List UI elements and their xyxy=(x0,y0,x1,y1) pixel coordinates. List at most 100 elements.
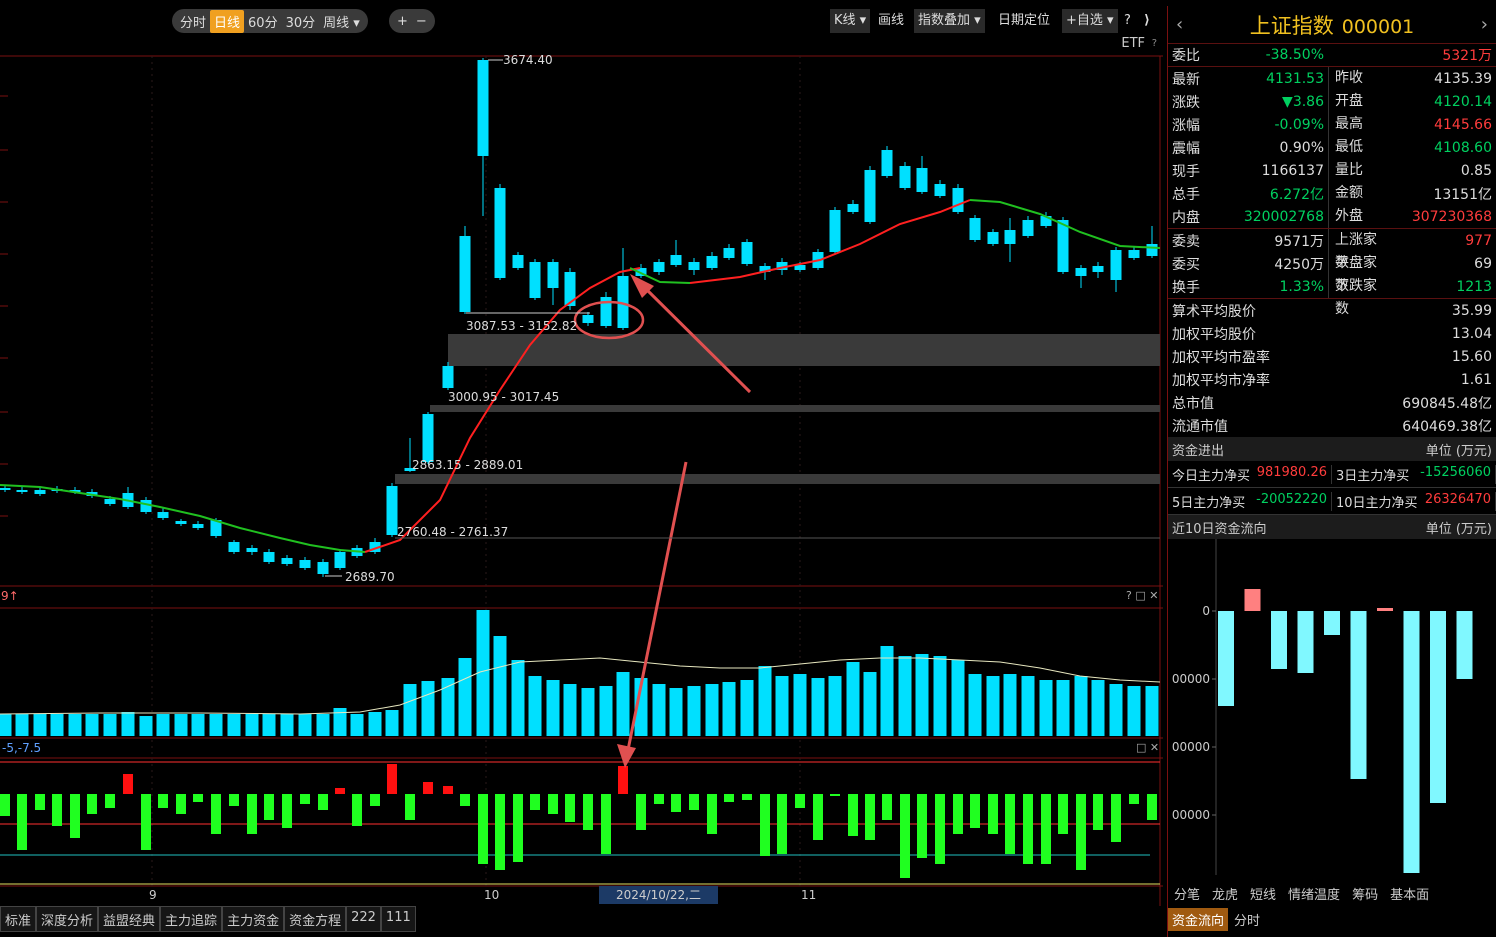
stat-value: 15.60 xyxy=(1451,348,1492,365)
indicator-bar xyxy=(1058,794,1068,834)
volume-bar xyxy=(1109,684,1123,736)
volume-bar xyxy=(828,676,842,736)
quote2-row: 换手 1.33% 下跌家数 1213 xyxy=(1168,275,1496,317)
stat-value: 13.04 xyxy=(1451,325,1492,342)
indicator-bar xyxy=(229,794,239,806)
candle-body xyxy=(140,500,152,512)
label-high: 3674.40 xyxy=(503,53,553,67)
volume-panel-icons[interactable]: ? □ ✕ xyxy=(1126,589,1158,602)
candle-body xyxy=(670,255,682,265)
indicator-bar xyxy=(830,794,840,796)
volume-panel-label: 9↑ xyxy=(1,589,19,603)
candle-body xyxy=(1146,244,1158,256)
indicator-bar xyxy=(953,794,963,834)
stat-value: 35.99 xyxy=(1451,302,1492,319)
indicator-bar xyxy=(193,794,203,802)
tab-111[interactable]: 111 xyxy=(380,906,416,932)
tab-standard[interactable]: 标准 xyxy=(0,906,37,932)
tab-222[interactable]: 222 xyxy=(346,906,381,932)
volume-bar xyxy=(968,674,982,736)
indicator-bar xyxy=(247,794,257,834)
candle-body xyxy=(386,486,398,535)
flow10-bar xyxy=(1456,611,1473,679)
volume-bar xyxy=(740,680,754,736)
tab-fund-flow[interactable]: 资金流向 xyxy=(1168,907,1229,931)
tab-intraday[interactable]: 分时 xyxy=(1228,910,1266,929)
chart-area[interactable]: 分时 日线 60分 30分 周线 ▾ + − K线 ▾ 画线 指数叠加 ▾ 日期… xyxy=(0,0,1163,937)
quote-value: 6.272亿 xyxy=(1269,186,1324,203)
indicator-bar xyxy=(795,794,805,808)
indicator-bar xyxy=(35,794,45,810)
volume-bar xyxy=(1056,680,1070,736)
volume-bar xyxy=(50,714,64,736)
candle-body xyxy=(952,188,964,212)
indicator-bar xyxy=(742,794,752,800)
volume-bar xyxy=(1074,676,1088,736)
tab-duanxian[interactable]: 短线 xyxy=(1244,884,1282,903)
flow-today: 今日主力净买 981980.26 xyxy=(1168,464,1332,484)
next-icon[interactable]: › xyxy=(1481,14,1488,35)
tab-fenbi[interactable]: 分笔 xyxy=(1168,884,1206,903)
tab-fundamentals[interactable]: 基本面 xyxy=(1384,884,1435,903)
stats-row: 总市值 690845.48亿 xyxy=(1168,391,1496,414)
tab-fund-equation[interactable]: 资金方程 xyxy=(284,906,347,932)
prev-icon[interactable]: ‹ xyxy=(1176,14,1183,35)
stat-label: 加权平均市净率 xyxy=(1172,372,1270,389)
volume-bar xyxy=(139,716,153,736)
volume-bar xyxy=(546,680,560,736)
quote-label: 现手 xyxy=(1172,163,1200,180)
volume-bar xyxy=(581,688,595,736)
volume-bar xyxy=(68,714,82,736)
tab-sentiment[interactable]: 情绪温度 xyxy=(1282,884,1346,903)
volume-bar xyxy=(350,714,364,736)
candle-body xyxy=(192,524,204,528)
volume-bar xyxy=(493,636,507,736)
volume-bar xyxy=(298,714,312,736)
quote-label: 最高 xyxy=(1328,113,1382,136)
candle-body xyxy=(881,150,893,176)
tab-deep-analysis[interactable]: 深度分析 xyxy=(36,906,99,932)
weibi-label: 委比 xyxy=(1172,48,1200,64)
flow10-tick: 0 xyxy=(1202,604,1210,618)
volume-bar xyxy=(1127,686,1141,736)
volume-bar xyxy=(599,686,613,736)
candle-body xyxy=(1057,220,1069,272)
x-label-10: 10 xyxy=(484,888,500,902)
indicator-bar xyxy=(513,794,523,862)
candle-body xyxy=(459,236,471,312)
indicator-bar xyxy=(443,786,453,794)
stat-value: 640469.38亿 xyxy=(1402,418,1492,435)
candle-body xyxy=(969,218,981,240)
ma-line-green xyxy=(0,484,366,553)
label-gap4: 2760.48 - 2761.37 xyxy=(397,525,508,539)
candle-body xyxy=(16,490,28,492)
indicator-bar xyxy=(17,794,27,850)
indicator-icons[interactable]: □ ✕ xyxy=(1136,741,1159,754)
tab-main-funds[interactable]: 主力资金 xyxy=(222,906,285,932)
indicator-bar xyxy=(87,794,97,814)
tab-longhu[interactable]: 龙虎 xyxy=(1206,884,1244,903)
tab-classic[interactable]: 益盟经典 xyxy=(98,906,161,932)
flow-today-label: 今日主力净买 xyxy=(1172,468,1251,484)
quote-label: 内盘 xyxy=(1172,209,1200,226)
indicator-bar xyxy=(352,794,362,826)
candle-body xyxy=(1022,220,1034,236)
candle-body xyxy=(547,262,559,288)
tab-main-track[interactable]: 主力追踪 xyxy=(160,906,223,932)
quote-label: 金额 xyxy=(1328,182,1382,205)
tab-chips[interactable]: 筹码 xyxy=(1346,884,1384,903)
quote-label: 涨跌 xyxy=(1172,94,1200,111)
kline-chart[interactable]: 3674.40 3087.53 - 3152.82 3000.95 - 3017.4… xyxy=(0,0,1163,906)
quote2-label: 下跌家数 xyxy=(1328,275,1382,317)
quote-value: 307230368 xyxy=(1411,208,1492,225)
indicator-bar xyxy=(335,788,345,794)
flow10-header: 近10日资金流向 单位 (万元) xyxy=(1168,515,1496,539)
volume-bar xyxy=(0,714,12,736)
indicator-bar xyxy=(689,794,699,810)
quote-label: 昨收 xyxy=(1328,67,1382,90)
quote2-value: 9571万 xyxy=(1274,233,1324,250)
indicator-bar xyxy=(495,794,505,870)
flow10-bar xyxy=(1297,611,1314,673)
quote2-row: 委买 4250万 平盘家数 69 xyxy=(1168,252,1496,294)
panel-header: ‹ 上证指数 000001 › xyxy=(1168,6,1496,44)
